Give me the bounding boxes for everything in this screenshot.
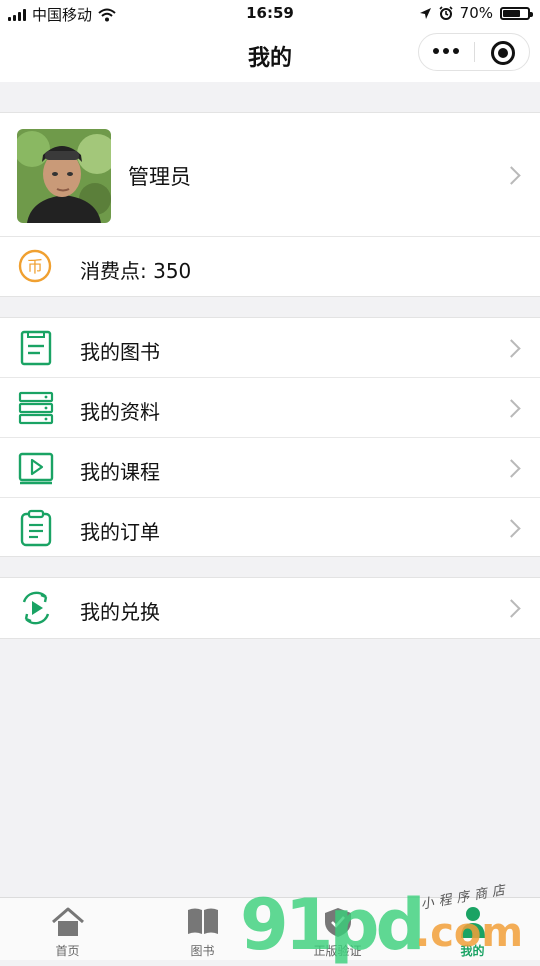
stack-icon [18,391,54,425]
tab-label: 正版验证 [313,944,362,958]
tab-label: 图书 [190,944,215,958]
chevron-right-icon [502,339,521,358]
tab-mine[interactable]: 我的 [405,898,540,961]
chevron-right-icon [502,399,521,418]
exchange-card: 我的兑换 [0,577,540,639]
status-right: 70% [419,4,533,22]
coin-icon: 币 [18,249,52,283]
user-icon [460,907,485,938]
menu-label: 我的图书 [80,340,160,364]
menu-item-my-exchange[interactable]: 我的兑换 [0,578,540,638]
chevron-right-icon [502,519,521,538]
shield-check-icon [324,908,351,937]
menu-item-my-books[interactable]: 我的图书 [0,318,540,378]
menu-item-my-courses[interactable]: 我的课程 [0,438,540,498]
tab-label: 首页 [55,944,80,958]
coin-glyph: 币 [27,257,43,276]
chevron-right-icon [502,166,521,185]
clipboard-icon [20,509,52,547]
book-icon [20,330,52,366]
mini-program-capsule [418,33,530,71]
video-play-icon [18,452,54,485]
tab-verify[interactable]: 正版验证 [270,898,405,961]
menu-list: 我的图书 我的资料 我的课程 我的订单 [0,317,540,557]
location-arrow-icon [419,7,431,19]
battery-icon [500,6,533,20]
battery-percent: 70% [459,4,493,22]
chevron-right-icon [502,599,521,618]
profile-row[interactable]: 管理员 [0,113,540,237]
open-book-icon [187,908,218,934]
menu-label: 我的资料 [80,400,160,424]
menu-label: 我的订单 [80,520,160,544]
exchange-play-icon [22,591,50,625]
profile-name: 管理员 [128,165,191,189]
capsule-divider [474,42,475,62]
menu-label: 我的兑换 [80,600,160,624]
chevron-right-icon [502,459,521,478]
close-target-icon[interactable] [491,41,515,65]
profile-card: 管理员 币 消费点: 350 [0,112,540,297]
avatar-photo [17,129,111,223]
menu-item-my-orders[interactable]: 我的订单 [0,498,540,558]
status-bar: 中国移动 16:59 70% [0,0,540,28]
nav-bar: 我的 [0,28,540,82]
avatar [17,129,111,223]
points-row: 币 消费点: 350 [0,237,540,297]
points-label: 消费点: 350 [80,259,192,283]
tab-home[interactable]: 首页 [0,898,135,961]
more-icon[interactable] [433,48,459,54]
tab-books[interactable]: 图书 [135,898,270,961]
tab-label: 我的 [460,944,485,958]
alarm-icon [439,6,453,20]
home-icon [51,907,84,936]
menu-label: 我的课程 [80,460,160,484]
menu-item-my-materials[interactable]: 我的资料 [0,378,540,438]
tab-bar: 首页 图书 正版验证 我的 [0,897,540,960]
